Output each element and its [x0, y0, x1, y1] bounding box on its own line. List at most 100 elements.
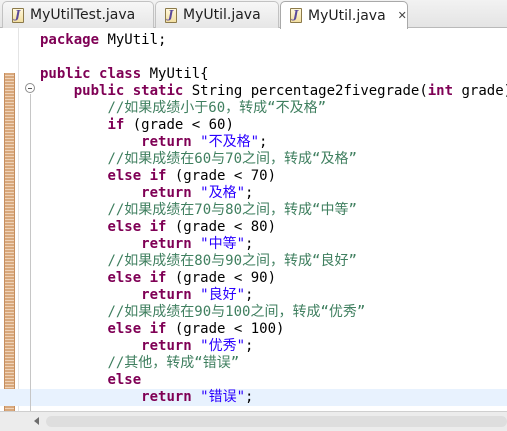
code-keyword: package — [40, 32, 100, 48]
code-line[interactable]: public class MyUtil{ — [0, 66, 507, 83]
code-line[interactable]: return "良好"; — [0, 287, 507, 304]
code-line[interactable]: return "及格"; — [0, 185, 507, 202]
java-file-icon — [290, 8, 302, 23]
editor-tab-bar: MyUtilTest.java MyUtil.java MyUtil.java … — [0, 0, 507, 29]
code-line[interactable]: else if (grade < 100) — [0, 321, 507, 338]
code-line[interactable]: //如果成绩小于60，转成“不及格” — [0, 100, 507, 117]
code-line[interactable]: //如果成绩在80与90之间，转成“良好” — [0, 253, 507, 270]
code-text: grade){ — [461, 83, 507, 99]
code-text: ; — [245, 236, 254, 252]
fold-collapse-icon[interactable] — [25, 83, 35, 93]
code-keyword: static — [132, 83, 184, 99]
code-keyword: return — [141, 338, 192, 354]
code-string: "良好" — [200, 287, 246, 303]
code-text: String percentage2fivegrade( — [183, 83, 428, 99]
code-line[interactable]: package MyUtil; — [0, 32, 507, 49]
code-keyword: if — [149, 219, 167, 235]
tab-myutiltest-java[interactable]: MyUtilTest.java — [2, 1, 154, 28]
code-line[interactable]: public static String percentage2fivegrad… — [0, 83, 507, 100]
code-keyword: else — [107, 372, 142, 388]
code-line[interactable]: if (grade < 60) — [0, 117, 507, 134]
code-comment: //如果成绩在60与70之间，转成“及格” — [107, 151, 357, 167]
java-file-icon — [165, 7, 177, 23]
horizontal-scrollbar[interactable] — [0, 411, 507, 431]
code-keyword: return — [141, 236, 192, 252]
tab-label: MyUtilTest.java — [30, 7, 136, 23]
code-keyword: public — [73, 83, 125, 99]
code-line[interactable]: else if (grade < 90) — [0, 270, 507, 287]
code-line[interactable]: //其他，转成“错误” — [0, 355, 507, 372]
code-string: "不及格" — [200, 134, 260, 150]
code-keyword: else — [107, 270, 142, 286]
code-text: ; — [259, 134, 268, 150]
tab-myutil-java[interactable]: MyUtil.java — [155, 1, 279, 28]
code-text: (grade < 80) — [166, 219, 277, 235]
code-line[interactable]: return "优秀"; — [0, 338, 507, 355]
code-string: "优秀" — [200, 338, 246, 354]
code-string: "错误" — [200, 389, 246, 405]
tab-myutil-java-active[interactable]: MyUtil.java ✕ — [280, 1, 408, 29]
code-line[interactable]: else if (grade < 80) — [0, 219, 507, 236]
code-comment: //如果成绩在90与100之间，转成“优秀” — [107, 304, 366, 320]
code-keyword: return — [141, 185, 192, 201]
code-text: ; — [245, 287, 254, 303]
code-editor[interactable]: package MyUtil; public class MyUtil{ pub… — [0, 28, 507, 411]
code-text: (grade < 100) — [166, 321, 285, 337]
code-line[interactable]: //如果成绩在60与70之间，转成“及格” — [0, 151, 507, 168]
code-string: "及格" — [200, 185, 246, 201]
fold-range-line — [30, 94, 31, 411]
scrollbar-track[interactable] — [46, 416, 507, 427]
code-line[interactable]: return "中等"; — [0, 236, 507, 253]
tab-label: MyUtil.java — [183, 7, 261, 23]
code-text: ; — [245, 338, 254, 354]
close-icon[interactable]: ✕ — [398, 9, 407, 22]
code-keyword: int — [427, 83, 454, 99]
code-keyword: return — [141, 134, 192, 150]
code-keyword: return — [141, 287, 192, 303]
code-keyword: if — [149, 321, 167, 337]
code-line[interactable]: else if (grade < 70) — [0, 168, 507, 185]
code-line[interactable] — [0, 49, 507, 66]
code-keyword: public — [40, 66, 91, 82]
code-line[interactable]: //如果成绩在90与100之间，转成“优秀” — [0, 304, 507, 321]
code-text: (grade < 60) — [124, 117, 234, 133]
code-text: (grade < 70) — [166, 168, 277, 184]
scroll-left-arrow-icon[interactable] — [34, 417, 39, 425]
code-line[interactable]: return "不及格"; — [0, 134, 507, 151]
code-keyword: else — [107, 219, 142, 235]
code-area[interactable]: package MyUtil; public class MyUtil{ pub… — [0, 32, 507, 406]
code-comment: //如果成绩小于60，转成“不及格” — [107, 100, 327, 116]
code-text: ; — [245, 389, 254, 405]
code-line[interactable]: else — [0, 372, 507, 389]
code-text: MyUtil{ — [141, 66, 209, 82]
code-keyword: if — [149, 270, 167, 286]
code-keyword: if — [149, 168, 167, 184]
current-code-line[interactable]: return "错误"; — [0, 389, 507, 406]
code-line[interactable]: //如果成绩在70与80之间，转成“中等” — [0, 202, 507, 219]
